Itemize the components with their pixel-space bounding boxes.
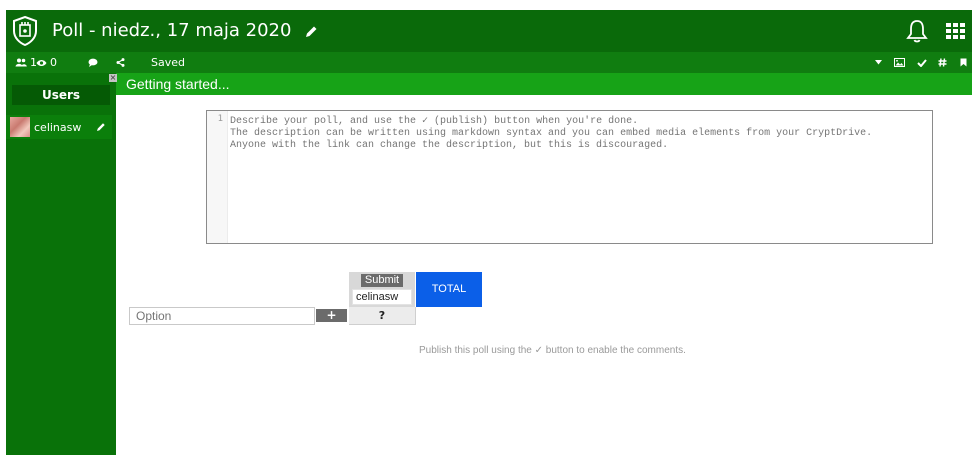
option-input[interactable] <box>129 307 315 325</box>
chat-button[interactable] <box>88 52 98 73</box>
viewers-count: 0 <box>50 56 57 69</box>
user-name-input[interactable]: celinasw <box>352 289 412 305</box>
editor-content[interactable]: Describe your poll, and use the ✓ (publi… <box>230 116 872 152</box>
cell-divider <box>415 307 416 325</box>
comments-hint: Publish this poll using the ✓ button to … <box>419 345 686 356</box>
hashtag-button[interactable] <box>938 52 947 73</box>
media-button[interactable] <box>894 52 905 73</box>
description-editor[interactable]: 1 Describe your poll, and use the ✓ (pub… <box>206 110 933 244</box>
eye-icon <box>36 59 47 66</box>
image-icon <box>894 58 905 67</box>
share-button[interactable] <box>116 52 125 73</box>
editor-line: Describe your poll, and use the ✓ (publi… <box>230 116 639 127</box>
line-gutter: 1 <box>207 111 228 243</box>
getting-started-text: Getting started... <box>126 76 230 92</box>
user-column-header: Submit celinasw <box>349 272 415 307</box>
apps-grid-icon[interactable] <box>946 23 966 39</box>
users-sidebar: × Users celinasw <box>6 73 117 455</box>
users-icon <box>15 58 27 67</box>
save-status: Saved <box>151 52 185 73</box>
bookmark-button[interactable] <box>960 52 967 73</box>
pencil-icon[interactable] <box>96 122 106 132</box>
bookmark-icon <box>960 58 967 67</box>
bell-icon[interactable] <box>906 19 928 43</box>
close-sidebar-icon[interactable]: × <box>109 74 117 82</box>
hashtag-icon <box>938 58 947 67</box>
pad-title[interactable]: Poll - niedz., 17 maja 2020 <box>52 20 318 41</box>
editor-line: The description can be written using mar… <box>230 128 873 139</box>
add-option-button[interactable]: + <box>316 309 347 322</box>
title-bar: Poll - niedz., 17 maja 2020 <box>6 10 972 52</box>
user-name: celinasw <box>34 120 82 134</box>
caret-down-icon <box>875 60 882 65</box>
pad-title-text: Poll - niedz., 17 maja 2020 <box>52 20 292 41</box>
save-status-text: Saved <box>151 56 185 69</box>
pencil-icon[interactable] <box>305 25 318 38</box>
share-icon <box>116 58 125 67</box>
viewers-count-button[interactable]: 0 <box>36 52 57 73</box>
vote-toggle-cell[interactable]: ? <box>349 307 415 325</box>
chat-icon <box>88 58 98 67</box>
line-number: 1 <box>217 114 223 124</box>
dropdown-button[interactable] <box>875 52 882 73</box>
users-count-button[interactable]: 1 <box>15 52 37 73</box>
cryptpad-logo-icon[interactable] <box>12 16 38 46</box>
editor-line: Anyone with the link can change the desc… <box>230 140 669 151</box>
user-list-item[interactable]: celinasw <box>6 115 112 139</box>
checkmark-icon <box>917 58 927 67</box>
avatar <box>10 117 30 137</box>
toolbar: 1 0 Saved <box>6 52 972 73</box>
total-header: TOTAL <box>416 272 482 307</box>
getting-started-banner[interactable]: Getting started... <box>116 73 972 95</box>
users-heading: Users <box>12 85 110 105</box>
app-window: Poll - niedz., 17 maja 2020 1 0 Saved Ge… <box>0 0 972 455</box>
publish-button[interactable] <box>917 52 927 73</box>
submit-button[interactable]: Submit <box>361 274 403 287</box>
